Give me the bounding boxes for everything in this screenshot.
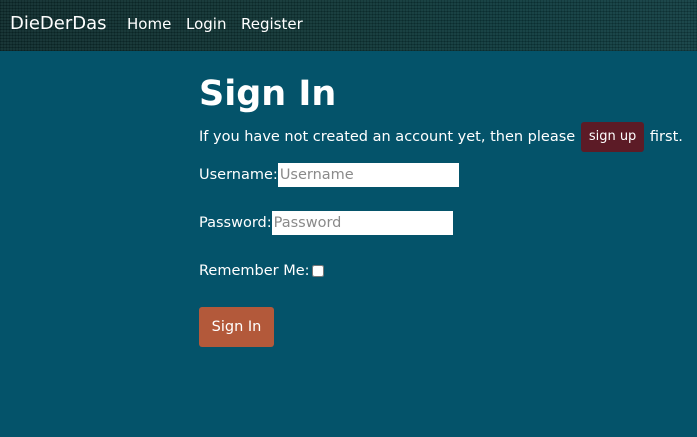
signup-prompt: If you have not created an account yet, … (199, 122, 683, 152)
signup-prompt-suffix: first. (649, 129, 683, 145)
sign-up-button[interactable]: sign up (580, 122, 645, 152)
nav-link-login[interactable]: Login (186, 14, 226, 34)
sign-in-button[interactable]: Sign In (199, 307, 274, 347)
nav-link-register[interactable]: Register (241, 14, 303, 34)
navbar: DieDerDas Home Login Register (0, 0, 697, 51)
remember-me-row: Remember Me: (199, 259, 324, 283)
username-label: Username: (199, 167, 278, 183)
remember-me-checkbox[interactable] (311, 265, 324, 277)
brand-link[interactable]: DieDerDas (10, 12, 107, 36)
remember-me-label: Remember Me: (199, 263, 310, 279)
password-row: Password: (199, 211, 453, 235)
password-label: Password: (199, 215, 272, 231)
nav-link-home[interactable]: Home (127, 14, 171, 34)
username-input[interactable] (277, 163, 459, 187)
username-row: Username: (199, 163, 459, 187)
signup-prompt-text: If you have not created an account yet, … (199, 129, 576, 145)
page-title: Sign In (199, 74, 337, 114)
password-input[interactable] (271, 211, 453, 235)
